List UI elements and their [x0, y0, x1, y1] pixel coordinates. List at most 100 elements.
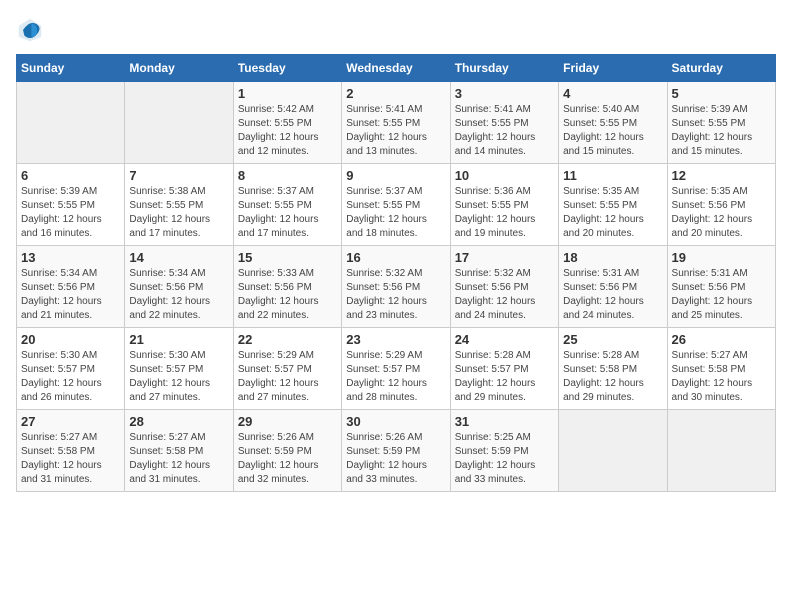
calendar-cell: 8 Sunrise: 5:37 AM Sunset: 5:55 PM Daylig… — [233, 164, 341, 246]
calendar-cell: 9 Sunrise: 5:37 AM Sunset: 5:55 PM Daylig… — [342, 164, 450, 246]
calendar-cell — [667, 410, 775, 492]
day-number: 31 — [455, 414, 554, 429]
day-header-monday: Monday — [125, 55, 233, 82]
day-info: Sunrise: 5:28 AM Sunset: 5:57 PM Dayligh… — [455, 349, 554, 405]
header-row: SundayMondayTuesdayWednesdayThursdayFrid… — [17, 55, 776, 82]
calendar-cell: 17 Sunrise: 5:32 AM Sunset: 5:56 PM Dayli… — [450, 246, 558, 328]
day-number: 6 — [21, 168, 120, 183]
calendar-cell: 4 Sunrise: 5:40 AM Sunset: 5:55 PM Daylig… — [559, 82, 667, 164]
day-info: Sunrise: 5:29 AM Sunset: 5:57 PM Dayligh… — [238, 349, 337, 405]
day-header-wednesday: Wednesday — [342, 55, 450, 82]
day-number: 20 — [21, 332, 120, 347]
day-info: Sunrise: 5:31 AM Sunset: 5:56 PM Dayligh… — [672, 267, 771, 323]
page-header — [16, 16, 776, 44]
calendar-cell: 27Sunrise: 5:27 AM Sunset: 5:58 PM Dayli… — [17, 410, 125, 492]
day-number: 7 — [129, 168, 228, 183]
day-info: Sunrise: 5:41 AM Sunset: 5:55 PM Dayligh… — [346, 103, 445, 159]
day-info: Sunrise: 5:41 AM Sunset: 5:55 PM Dayligh… — [455, 103, 554, 159]
day-info: Sunrise: 5:31 AM Sunset: 5:56 PM Dayligh… — [563, 267, 662, 323]
calendar-cell: 29 Sunrise: 5:26 AM Sunset: 5:59 PM Dayli… — [233, 410, 341, 492]
day-info: Sunrise: 5:25 AM Sunset: 5:59 PM Dayligh… — [455, 431, 554, 487]
day-info: Sunrise: 5:39 AM Sunset: 5:55 PM Dayligh… — [672, 103, 771, 159]
day-number: 28 — [129, 414, 228, 429]
day-number: 27 — [21, 414, 120, 429]
day-number: 19 — [672, 250, 771, 265]
calendar-cell: 31 Sunrise: 5:25 AM Sunset: 5:59 PM Dayli… — [450, 410, 558, 492]
calendar-cell: 23 Sunrise: 5:29 AM Sunset: 5:57 PM Dayli… — [342, 328, 450, 410]
day-info: Sunrise: 5:26 AM Sunset: 5:59 PM Dayligh… — [346, 431, 445, 487]
day-number: 11 — [563, 168, 662, 183]
calendar-cell: 30 Sunrise: 5:26 AM Sunset: 5:59 PM Dayli… — [342, 410, 450, 492]
calendar-cell: 2 Sunrise: 5:41 AM Sunset: 5:55 PM Daylig… — [342, 82, 450, 164]
calendar-cell: 25 Sunrise: 5:28 AM Sunset: 5:58 PM Dayli… — [559, 328, 667, 410]
calendar-cell: 10 Sunrise: 5:36 AM Sunset: 5:55 PM Dayli… — [450, 164, 558, 246]
calendar-cell: 5 Sunrise: 5:39 AM Sunset: 5:55 PM Daylig… — [667, 82, 775, 164]
day-info: Sunrise: 5:30 AM Sunset: 5:57 PM Dayligh… — [129, 349, 228, 405]
calendar-cell: 11 Sunrise: 5:35 AM Sunset: 5:55 PM Dayli… — [559, 164, 667, 246]
day-info: Sunrise: 5:32 AM Sunset: 5:56 PM Dayligh… — [346, 267, 445, 323]
day-header-tuesday: Tuesday — [233, 55, 341, 82]
calendar-cell: 6 Sunrise: 5:39 AM Sunset: 5:55 PM Daylig… — [17, 164, 125, 246]
day-info: Sunrise: 5:27 AM Sunset: 5:58 PM Dayligh… — [129, 431, 228, 487]
day-info: Sunrise: 5:35 AM Sunset: 5:55 PM Dayligh… — [563, 185, 662, 241]
day-header-saturday: Saturday — [667, 55, 775, 82]
calendar-cell: 24 Sunrise: 5:28 AM Sunset: 5:57 PM Dayli… — [450, 328, 558, 410]
day-number: 13 — [21, 250, 120, 265]
calendar-cell: 12 Sunrise: 5:35 AM Sunset: 5:56 PM Dayli… — [667, 164, 775, 246]
calendar-cell: 16 Sunrise: 5:32 AM Sunset: 5:56 PM Dayli… — [342, 246, 450, 328]
day-number: 29 — [238, 414, 337, 429]
day-number: 2 — [346, 86, 445, 101]
day-number: 10 — [455, 168, 554, 183]
day-number: 17 — [455, 250, 554, 265]
week-row-3: 13 Sunrise: 5:34 AM Sunset: 5:56 PM Dayli… — [17, 246, 776, 328]
day-number: 23 — [346, 332, 445, 347]
calendar-cell: 15 Sunrise: 5:33 AM Sunset: 5:56 PM Dayli… — [233, 246, 341, 328]
logo-icon — [16, 16, 44, 44]
day-number: 25 — [563, 332, 662, 347]
week-row-5: 27 Sunrise: 5:27 AM Sunset: 5:58 PM Dayli… — [17, 410, 776, 492]
day-info: Sunrise: 5:30 AM Sunset: 5:57 PM Dayligh… — [21, 349, 120, 405]
calendar-cell: 26Sunrise: 5:27 AM Sunset: 5:58 PM Dayli… — [667, 328, 775, 410]
day-info: Sunrise: 5:33 AM Sunset: 5:56 PM Dayligh… — [238, 267, 337, 323]
day-header-sunday: Sunday — [17, 55, 125, 82]
day-info: Sunrise: 5:39 AM Sunset: 5:55 PM Dayligh… — [21, 185, 120, 241]
day-header-thursday: Thursday — [450, 55, 558, 82]
day-number: 8 — [238, 168, 337, 183]
week-row-2: 6 Sunrise: 5:39 AM Sunset: 5:55 PM Daylig… — [17, 164, 776, 246]
week-row-1: 1 Sunrise: 5:42 AM Sunset: 5:55 PM Daylig… — [17, 82, 776, 164]
calendar-cell — [17, 82, 125, 164]
day-number: 12 — [672, 168, 771, 183]
day-number: 26 — [672, 332, 771, 347]
day-number: 4 — [563, 86, 662, 101]
calendar-cell: 18Sunrise: 5:31 AM Sunset: 5:56 PM Dayli… — [559, 246, 667, 328]
day-info: Sunrise: 5:29 AM Sunset: 5:57 PM Dayligh… — [346, 349, 445, 405]
day-info: Sunrise: 5:34 AM Sunset: 5:56 PM Dayligh… — [129, 267, 228, 323]
day-number: 30 — [346, 414, 445, 429]
calendar-cell — [559, 410, 667, 492]
day-number: 1 — [238, 86, 337, 101]
day-info: Sunrise: 5:42 AM Sunset: 5:55 PM Dayligh… — [238, 103, 337, 159]
day-number: 15 — [238, 250, 337, 265]
day-number: 3 — [455, 86, 554, 101]
day-info: Sunrise: 5:28 AM Sunset: 5:58 PM Dayligh… — [563, 349, 662, 405]
day-number: 24 — [455, 332, 554, 347]
day-info: Sunrise: 5:36 AM Sunset: 5:55 PM Dayligh… — [455, 185, 554, 241]
calendar-cell: 20 Sunrise: 5:30 AM Sunset: 5:57 PM Dayli… — [17, 328, 125, 410]
day-number: 9 — [346, 168, 445, 183]
calendar-cell: 19 Sunrise: 5:31 AM Sunset: 5:56 PM Dayli… — [667, 246, 775, 328]
day-number: 5 — [672, 86, 771, 101]
day-info: Sunrise: 5:35 AM Sunset: 5:56 PM Dayligh… — [672, 185, 771, 241]
day-info: Sunrise: 5:34 AM Sunset: 5:56 PM Dayligh… — [21, 267, 120, 323]
day-info: Sunrise: 5:32 AM Sunset: 5:56 PM Dayligh… — [455, 267, 554, 323]
day-info: Sunrise: 5:40 AM Sunset: 5:55 PM Dayligh… — [563, 103, 662, 159]
calendar-cell: 22Sunrise: 5:29 AM Sunset: 5:57 PM Dayli… — [233, 328, 341, 410]
calendar-table: SundayMondayTuesdayWednesdayThursdayFrid… — [16, 54, 776, 492]
day-info: Sunrise: 5:38 AM Sunset: 5:55 PM Dayligh… — [129, 185, 228, 241]
day-info: Sunrise: 5:37 AM Sunset: 5:55 PM Dayligh… — [238, 185, 337, 241]
day-info: Sunrise: 5:37 AM Sunset: 5:55 PM Dayligh… — [346, 185, 445, 241]
day-info: Sunrise: 5:26 AM Sunset: 5:59 PM Dayligh… — [238, 431, 337, 487]
calendar-cell: 3 Sunrise: 5:41 AM Sunset: 5:55 PM Daylig… — [450, 82, 558, 164]
day-number: 16 — [346, 250, 445, 265]
day-number: 14 — [129, 250, 228, 265]
week-row-4: 20 Sunrise: 5:30 AM Sunset: 5:57 PM Dayli… — [17, 328, 776, 410]
